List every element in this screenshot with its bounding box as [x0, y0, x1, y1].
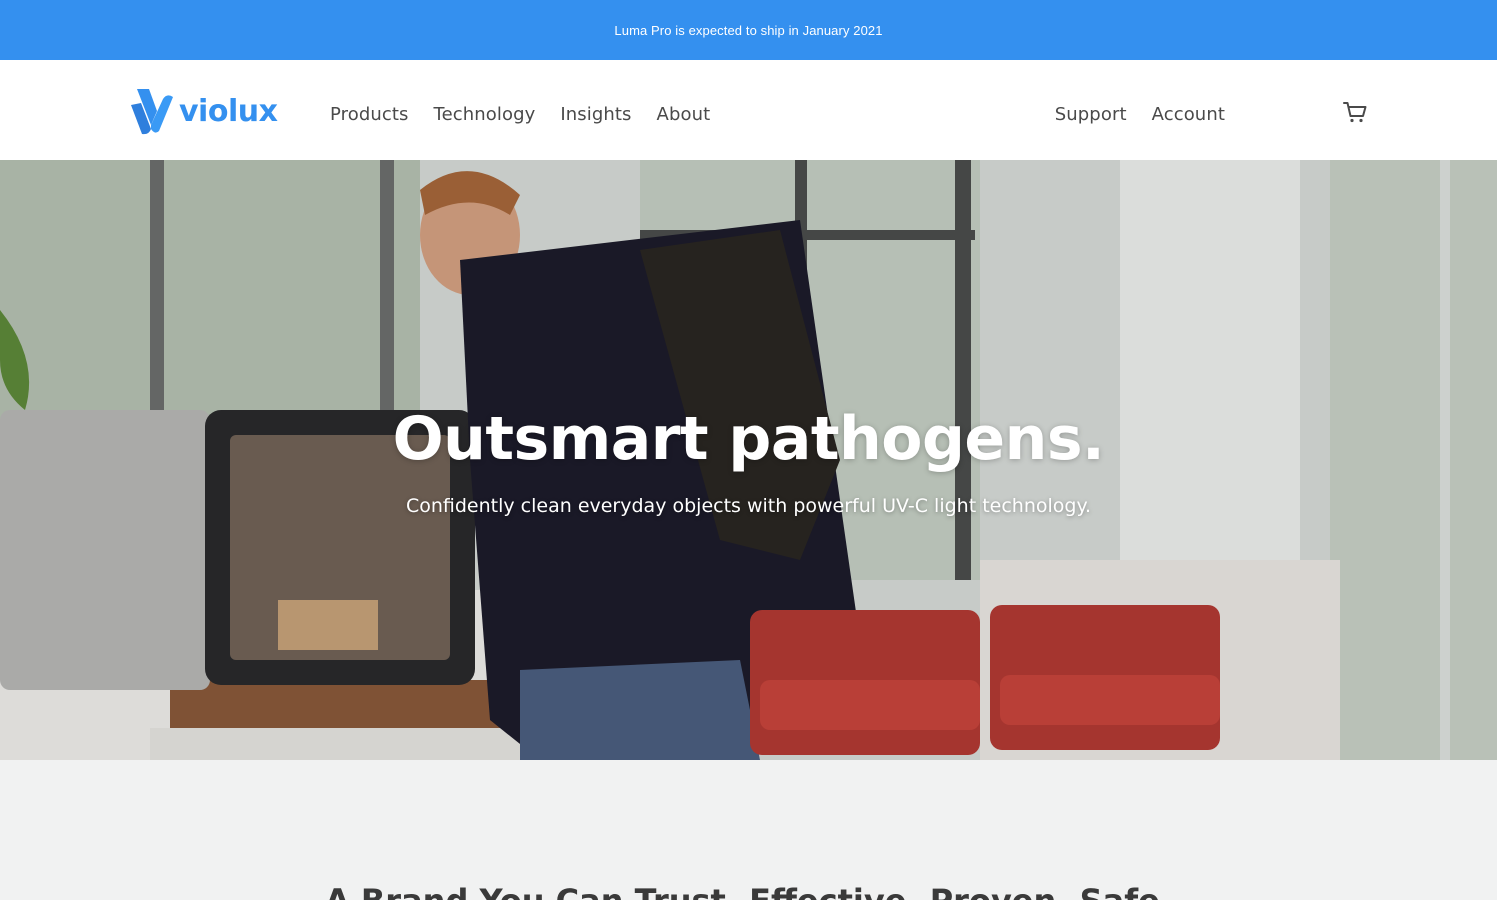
- nav-support[interactable]: Support: [1055, 104, 1127, 125]
- hero-title: Outsmart pathogens.: [392, 404, 1105, 474]
- nav-technology[interactable]: Technology: [434, 104, 536, 125]
- brand-name: violux: [179, 94, 278, 129]
- announcement-bar: Luma Pro is expected to ship in January …: [0, 0, 1497, 60]
- nav-products[interactable]: Products: [330, 104, 409, 125]
- nav-account[interactable]: Account: [1152, 104, 1225, 125]
- cart-icon: [1343, 102, 1367, 123]
- brand-trust-section: A Brand You Can Trust. Effective. Proven…: [0, 760, 1497, 900]
- main-nav: violux Products Technology Insights Abou…: [0, 60, 1497, 160]
- primary-menu: Products Technology Insights About: [330, 104, 710, 125]
- hero-section: Outsmart pathogens. Confidently clean ev…: [0, 160, 1497, 760]
- nav-about[interactable]: About: [657, 104, 711, 125]
- section-title: A Brand You Can Trust. Effective. Proven…: [0, 882, 1497, 900]
- cart-button[interactable]: [1343, 101, 1367, 123]
- secondary-menu: Support Account: [1055, 104, 1225, 125]
- nav-insights[interactable]: Insights: [560, 104, 631, 125]
- brand-logo[interactable]: violux: [129, 85, 278, 135]
- hero-subtitle: Confidently clean everyday objects with …: [405, 495, 1092, 517]
- violux-logo-icon: [131, 89, 173, 135]
- announcement-text: Luma Pro is expected to ship in January …: [614, 22, 883, 38]
